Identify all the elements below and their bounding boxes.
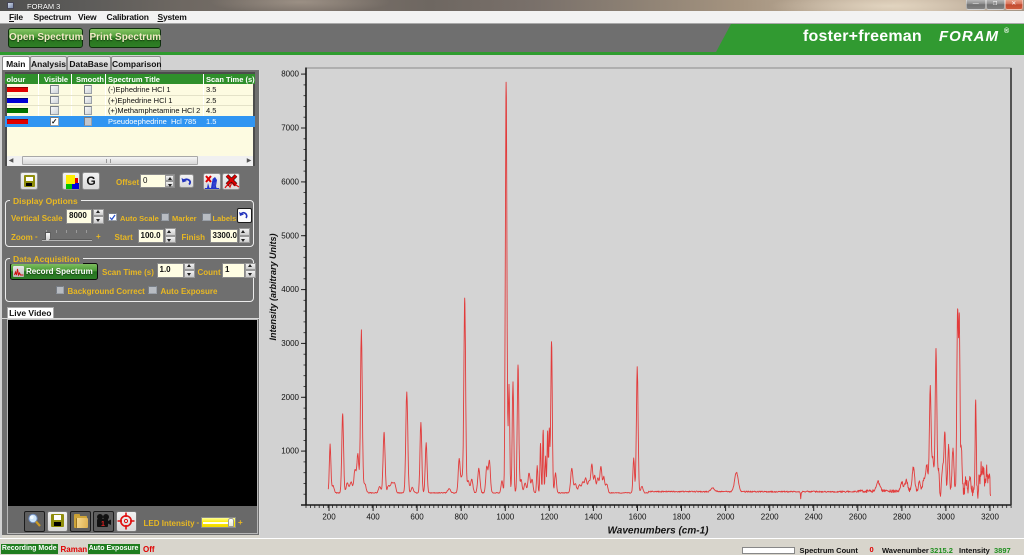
- svg-text:5000: 5000: [281, 231, 299, 240]
- svg-text:3200: 3200: [981, 513, 999, 522]
- svg-text:1600: 1600: [629, 513, 647, 522]
- svg-text:Intensity (arbitrary Units): Intensity (arbitrary Units): [268, 233, 278, 340]
- svg-text:4000: 4000: [281, 285, 299, 294]
- svg-text:1400: 1400: [585, 513, 603, 522]
- svg-text:2000: 2000: [717, 513, 735, 522]
- svg-text:1000: 1000: [496, 513, 514, 522]
- svg-text:Wavenumbers (cm-1): Wavenumbers (cm-1): [608, 526, 710, 537]
- svg-text:2000: 2000: [281, 393, 299, 402]
- svg-text:3000: 3000: [281, 339, 299, 348]
- svg-text:1: 1: [101, 521, 105, 528]
- svg-text:2200: 2200: [761, 513, 779, 522]
- svg-text:2600: 2600: [849, 513, 867, 522]
- svg-text:800: 800: [455, 513, 469, 522]
- svg-text:1200: 1200: [540, 513, 558, 522]
- svg-text:1800: 1800: [673, 513, 691, 522]
- svg-text:2800: 2800: [893, 513, 911, 522]
- svg-text:1000: 1000: [281, 447, 299, 456]
- svg-text:2400: 2400: [805, 513, 823, 522]
- svg-text:6000: 6000: [281, 178, 299, 187]
- svg-text:400: 400: [366, 513, 380, 522]
- svg-text:3000: 3000: [937, 513, 955, 522]
- svg-text:200: 200: [322, 513, 336, 522]
- svg-text:8000: 8000: [281, 70, 299, 79]
- svg-text:7000: 7000: [281, 124, 299, 133]
- svg-text:600: 600: [410, 513, 424, 522]
